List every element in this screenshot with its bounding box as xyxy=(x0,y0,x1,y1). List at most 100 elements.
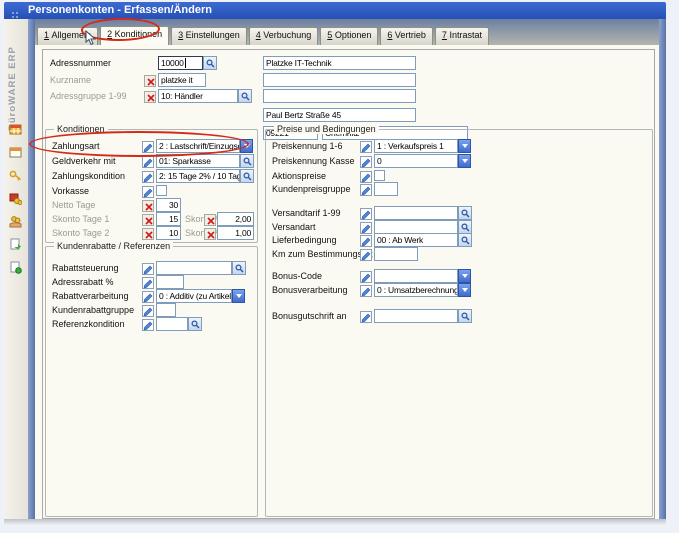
referenzkondition-row: Referenzkondition xyxy=(46,317,257,331)
rabattverarbeitung-select[interactable]: 0 : Additiv (zu Artikel/WGR xyxy=(156,289,232,303)
tab-optionen[interactable]: 5 Optionen xyxy=(320,27,378,45)
tab-einstellungen[interactable]: 3 Einstellungen xyxy=(171,27,247,45)
netto-tage-label: Netto Tage xyxy=(52,200,95,210)
cash-icon[interactable] xyxy=(9,192,22,210)
window-icon[interactable] xyxy=(9,146,22,164)
bonusverarbeitung-dropdown-button[interactable] xyxy=(458,283,471,297)
document-add-icon[interactable] xyxy=(9,261,22,279)
preiskennung-select[interactable]: 1 : Verkaufspreis 1 xyxy=(374,139,458,153)
name2-input[interactable] xyxy=(263,73,416,87)
field-edit-icon xyxy=(142,262,154,274)
bonus-code-row: Bonus-Code xyxy=(266,269,652,283)
adressnummer-input[interactable]: 10000 xyxy=(158,56,203,70)
versandtarif-lookup-button[interactable] xyxy=(458,206,472,220)
field-edit-icon xyxy=(360,284,372,296)
adressgruppe-lookup-button[interactable] xyxy=(238,89,252,103)
skonto1-tage-input[interactable]: 15 xyxy=(156,212,181,226)
adressrabatt-input[interactable] xyxy=(156,275,184,289)
skonto2-label: Skonto Tage 2 xyxy=(52,228,109,238)
strasse-input[interactable]: Paul Bertz Straße 45 xyxy=(263,108,416,122)
bonusverarbeitung-row: Bonusverarbeitung 0 : Umsatzberechnung A… xyxy=(266,283,652,297)
app-window: Personenkonten - Erfassen/Ändern BüroWAR… xyxy=(4,2,666,525)
aktionspreise-row: Aktionspreise xyxy=(266,169,652,183)
field-edit-icon xyxy=(360,170,372,182)
field-edit-icon xyxy=(360,207,372,219)
versandart-lookup-button[interactable] xyxy=(458,220,472,234)
rabattverarbeitung-row: Rabattverarbeitung 0 : Additiv (zu Artik… xyxy=(46,289,257,303)
key-icon[interactable] xyxy=(9,169,22,187)
name1-input[interactable]: Platzke IT-Technik xyxy=(263,56,416,70)
tab-intrastat[interactable]: 7 Intrastat xyxy=(435,27,489,45)
preiskennung-kasse-select[interactable]: 0 xyxy=(374,154,458,168)
sidebar-splitter[interactable] xyxy=(28,19,35,519)
bonusgutschrift-lookup-button[interactable] xyxy=(458,309,472,323)
skonto2-tage-input[interactable]: 10 xyxy=(156,226,181,240)
rabattverarbeitung-dropdown-button[interactable] xyxy=(232,289,245,303)
field-disabled-icon xyxy=(144,74,156,86)
kundenrabattgruppe-input[interactable] xyxy=(156,303,176,317)
bonusgutschrift-input[interactable] xyxy=(374,309,458,323)
name3-input[interactable] xyxy=(263,89,416,103)
tab-vertrieb[interactable]: 6 Vertrieb xyxy=(380,27,433,45)
versandart-row: Versandart xyxy=(266,220,652,234)
km-input[interactable] xyxy=(374,247,418,261)
adressnummer-label: Adressnummer xyxy=(50,58,111,68)
bonus-code-label: Bonus-Code xyxy=(272,271,322,281)
kundenpreisgruppe-label: Kundenpreisgruppe xyxy=(272,184,351,194)
bonusverarbeitung-label: Bonusverarbeitung xyxy=(272,285,348,295)
field-edit-icon xyxy=(360,310,372,322)
km-row: Km zum Bestimmungsort xyxy=(266,247,652,261)
adressgruppe-select[interactable]: 10: Händler xyxy=(158,89,238,103)
bonus-code-select[interactable] xyxy=(374,269,458,283)
kurzname-label: Kurzname xyxy=(50,75,91,85)
payment-icon[interactable] xyxy=(9,215,22,233)
bonusgutschrift-label: Bonusgutschrift an xyxy=(272,311,347,321)
table-icon[interactable] xyxy=(9,123,22,141)
field-edit-icon xyxy=(142,276,154,288)
skonto1-pct-input[interactable]: 2,00 xyxy=(217,212,254,226)
bonusgutschrift-row: Bonusgutschrift an xyxy=(266,309,652,323)
versandtarif-input[interactable] xyxy=(374,206,458,220)
adressrabatt-row: Adressrabatt % xyxy=(46,275,257,289)
mouse-cursor-icon xyxy=(85,30,97,52)
window-right-border xyxy=(659,19,666,519)
bonus-code-dropdown-button[interactable] xyxy=(458,269,471,283)
field-edit-icon xyxy=(360,140,372,152)
rabattsteuerung-input[interactable] xyxy=(156,261,232,275)
strasse-row: Paul Bertz Straße 45 xyxy=(43,108,654,122)
bonusverarbeitung-select[interactable]: 0 : Umsatzberechnung Adr xyxy=(374,283,458,297)
preiskennung-kasse-row: Preiskennung Kasse 0 xyxy=(266,154,652,168)
preiskennung-dropdown-button[interactable] xyxy=(458,139,471,153)
lieferbedingung-lookup-button[interactable] xyxy=(458,233,472,247)
group-preise: Preise und Bedingungen Preiskennung 1-6 … xyxy=(265,129,653,517)
skonto2-pct-input[interactable]: 1,00 xyxy=(217,226,254,240)
referenzkondition-input[interactable] xyxy=(156,317,188,331)
rabattsteuerung-label: Rabattsteuerung xyxy=(52,263,119,273)
annotation-ellipse-zahlungsart xyxy=(29,131,249,157)
window-title: Personenkonten - Erfassen/Ändern xyxy=(28,4,212,16)
km-label: Km zum Bestimmungsort xyxy=(272,249,373,259)
rabattsteuerung-lookup-button[interactable] xyxy=(232,261,246,275)
aktionspreise-checkbox[interactable] xyxy=(374,170,385,181)
adressgruppe-row: Adressgruppe 1-99 10: Händler xyxy=(43,89,654,103)
netto-tage-row: Netto Tage 30 xyxy=(46,198,257,212)
kundenpreisgruppe-input[interactable] xyxy=(374,182,398,196)
adressnummer-lookup-button[interactable] xyxy=(203,56,217,70)
vorkasse-checkbox[interactable] xyxy=(156,185,167,196)
zahlungskondition-lookup-button[interactable] xyxy=(240,169,254,183)
preiskennung-label: Preiskennung 1-6 xyxy=(272,141,343,151)
netto-tage-input[interactable]: 30 xyxy=(156,198,181,212)
preiskennung-kasse-dropdown-button[interactable] xyxy=(458,154,471,168)
chevron-down-icon xyxy=(462,288,468,292)
title-bar[interactable]: Personenkonten - Erfassen/Ändern xyxy=(4,2,666,19)
lieferbedingung-select[interactable]: 00 : Ab Werk xyxy=(374,233,458,247)
referenzkondition-lookup-button[interactable] xyxy=(188,317,202,331)
geldverkehr-lookup-button[interactable] xyxy=(240,154,254,168)
tab-verbuchung[interactable]: 4 Verbuchung xyxy=(249,27,319,45)
export-icon[interactable] xyxy=(9,238,22,256)
kurzname-input[interactable]: platzke it xyxy=(158,73,206,87)
field-edit-icon xyxy=(360,155,372,167)
kundenrabattgruppe-label: Kundenrabattgruppe xyxy=(52,305,134,315)
versandart-input[interactable] xyxy=(374,220,458,234)
zahlungskondition-select[interactable]: 2: 15 Tage 2% / 10 Tag xyxy=(156,169,240,183)
